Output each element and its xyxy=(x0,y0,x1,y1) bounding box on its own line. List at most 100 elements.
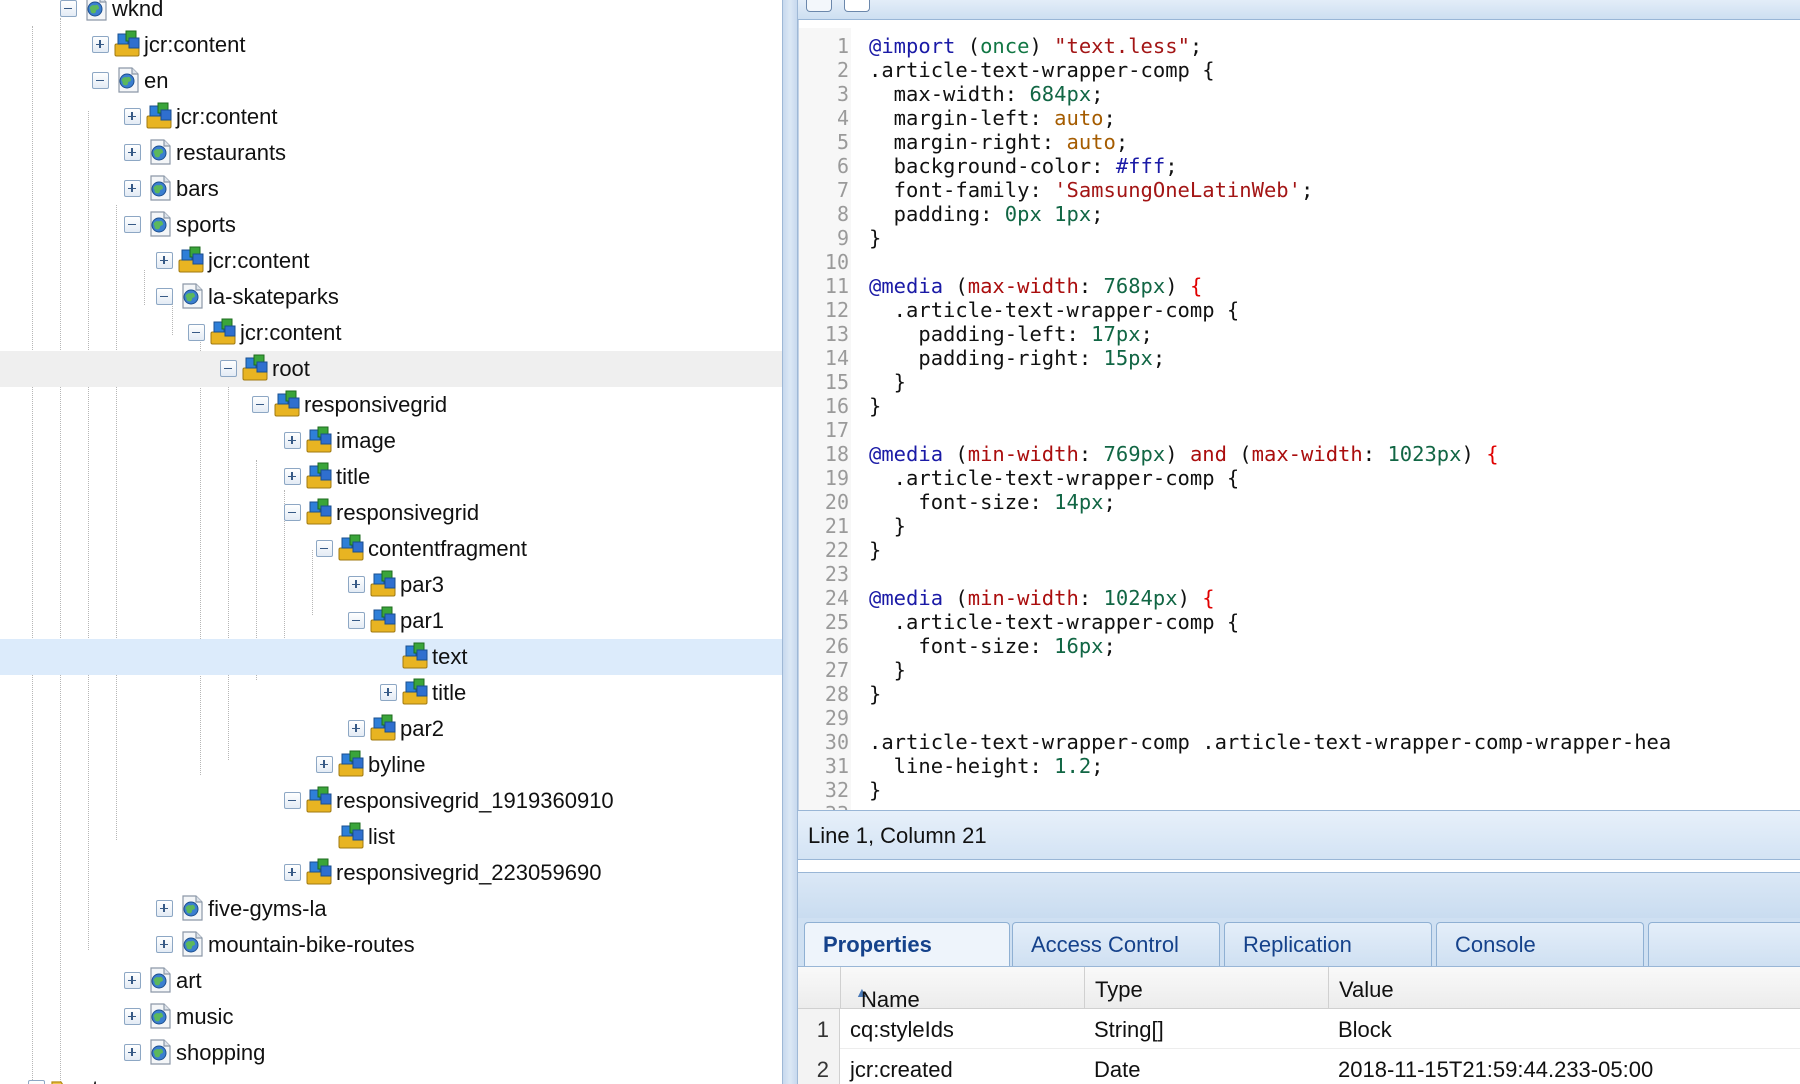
content-node-icon xyxy=(178,246,206,274)
tree-node-art[interactable]: art xyxy=(0,963,782,999)
tree-node-sports[interactable]: sports xyxy=(0,207,782,243)
collapse-icon[interactable] xyxy=(220,360,237,377)
tree-node-jcr-content[interactable]: jcr:content xyxy=(0,99,782,135)
bottom-panel-header xyxy=(798,872,1800,918)
content-node-icon xyxy=(146,102,174,130)
tree-node-responsivegrid[interactable]: responsivegrid xyxy=(0,495,782,531)
tree-node-label: responsivegrid xyxy=(304,392,448,417)
tree-node-jcr-content[interactable]: jcr:content xyxy=(0,243,782,279)
tree-node-responsivegrid-223059690[interactable]: responsivegrid_223059690 xyxy=(0,855,782,891)
globe-page-icon xyxy=(146,174,174,202)
tab-access-control[interactable]: Access Control xyxy=(1012,922,1220,966)
tree-node-par2[interactable]: par2 xyxy=(0,711,782,747)
line-number: 8 xyxy=(836,202,849,226)
tree-node-list[interactable]: list xyxy=(0,819,782,855)
expand-icon[interactable] xyxy=(124,108,141,125)
panel-splitter[interactable] xyxy=(782,0,798,1084)
table-row[interactable]: 2 jcr:created Date 2018-11-15T21:59:44.2… xyxy=(798,1049,1800,1084)
content-node-icon xyxy=(306,858,334,886)
collapse-icon[interactable] xyxy=(252,396,269,413)
expand-icon[interactable] xyxy=(284,432,301,449)
tree-node-five-gyms-la[interactable]: five-gyms-la xyxy=(0,891,782,927)
tab-label: Replication xyxy=(1243,932,1352,957)
property-value: Block xyxy=(1338,1017,1392,1042)
code-line: } xyxy=(869,682,882,706)
globe-page-icon xyxy=(146,138,174,166)
tree-node-responsivegrid[interactable]: responsivegrid xyxy=(0,387,782,423)
expand-icon[interactable] xyxy=(124,1044,141,1061)
line-number: 13 xyxy=(824,322,849,346)
tree-node-responsivegrid-1919360910[interactable]: responsivegrid_1919360910 xyxy=(0,783,782,819)
toolbar-button-icon[interactable] xyxy=(844,0,870,12)
tree-node-par1[interactable]: par1 xyxy=(0,603,782,639)
tree-node-restaurants[interactable]: restaurants xyxy=(0,135,782,171)
tree-node-wknd[interactable]: wknd xyxy=(0,0,782,27)
collapse-icon[interactable] xyxy=(124,216,141,233)
collapse-icon[interactable] xyxy=(348,612,365,629)
expand-icon[interactable] xyxy=(348,576,365,593)
code-line: @import (once) "text.less"; xyxy=(869,34,1203,58)
tree-node-label: root xyxy=(272,356,310,381)
tree-node-la-skateparks[interactable]: la-skateparks xyxy=(0,279,782,315)
line-number: 22 xyxy=(824,538,849,562)
tree-node-jcr-content[interactable]: jcr:content xyxy=(0,315,782,351)
tree-node-etc[interactable]: etc xyxy=(0,1071,782,1084)
tree-node-en[interactable]: en xyxy=(0,63,782,99)
line-number: 32 xyxy=(824,778,849,802)
tree-node-title[interactable]: title xyxy=(0,459,782,495)
collapse-icon[interactable] xyxy=(284,792,301,809)
tree-node-root[interactable]: root xyxy=(0,351,782,387)
collapse-icon[interactable] xyxy=(60,0,77,17)
tree-node-byline[interactable]: byline xyxy=(0,747,782,783)
tree-node-jcr-content[interactable]: jcr:content xyxy=(0,27,782,63)
expand-icon[interactable] xyxy=(348,720,365,737)
expand-icon[interactable] xyxy=(124,180,141,197)
expand-icon[interactable] xyxy=(380,684,397,701)
expand-icon[interactable] xyxy=(156,936,173,953)
tree-node-music[interactable]: music xyxy=(0,999,782,1035)
tab-replication[interactable]: Replication xyxy=(1224,922,1432,966)
save-icon[interactable] xyxy=(806,0,832,12)
expand-icon[interactable] xyxy=(92,36,109,53)
expand-icon[interactable] xyxy=(124,144,141,161)
content-node-icon xyxy=(338,534,366,562)
code-line: } xyxy=(869,778,882,802)
tree-node-mountain-bike-routes[interactable]: mountain-bike-routes xyxy=(0,927,782,963)
expand-icon[interactable] xyxy=(124,1008,141,1025)
expand-icon[interactable] xyxy=(28,1080,45,1084)
column-header-name[interactable]: Name ▲ xyxy=(840,967,1084,1012)
collapse-icon[interactable] xyxy=(92,72,109,89)
tree-node-bars[interactable]: bars xyxy=(0,171,782,207)
collapse-icon[interactable] xyxy=(316,540,333,557)
tab-overflow[interactable] xyxy=(1648,922,1800,966)
expand-icon[interactable] xyxy=(124,972,141,989)
table-row[interactable]: 1 cq:styleIds String[] Block xyxy=(798,1009,1800,1049)
expand-icon[interactable] xyxy=(156,252,173,269)
line-number: 2 xyxy=(836,58,849,82)
expand-icon[interactable] xyxy=(156,900,173,917)
expand-icon[interactable] xyxy=(284,864,301,881)
collapse-icon[interactable] xyxy=(188,324,205,341)
column-header-value[interactable]: Value xyxy=(1328,967,1800,1009)
collapse-icon[interactable] xyxy=(284,504,301,521)
tree-node-label: title xyxy=(432,680,467,705)
globe-page-icon xyxy=(178,282,206,310)
line-number: 12 xyxy=(824,298,849,322)
tab-console[interactable]: Console xyxy=(1436,922,1644,966)
expand-icon[interactable] xyxy=(284,468,301,485)
tree-node-par3[interactable]: par3 xyxy=(0,567,782,603)
collapse-icon[interactable] xyxy=(156,288,173,305)
expand-icon[interactable] xyxy=(316,756,333,773)
tab-properties[interactable]: Properties xyxy=(804,922,1010,968)
tree-node-title[interactable]: title xyxy=(0,675,782,711)
column-header-type[interactable]: Type xyxy=(1084,967,1328,1009)
line-number: 6 xyxy=(836,154,849,178)
tree-node-image[interactable]: image xyxy=(0,423,782,459)
line-number: 28 xyxy=(824,682,849,706)
code-line: .article-text-wrapper-comp { xyxy=(869,58,1215,82)
tree-node-text[interactable]: text xyxy=(0,639,782,675)
code-editor[interactable]: 1 2 3 4 5 6 7 8 9 10 11 12 13 14 15 16 17 18 19 20 21 22 23 24 2… xyxy=(798,20,1800,810)
tree-node-shopping[interactable]: shopping xyxy=(0,1035,782,1071)
tree-node-contentfragment[interactable]: contentfragment xyxy=(0,531,782,567)
tree-node-label: jcr:content xyxy=(240,320,342,345)
